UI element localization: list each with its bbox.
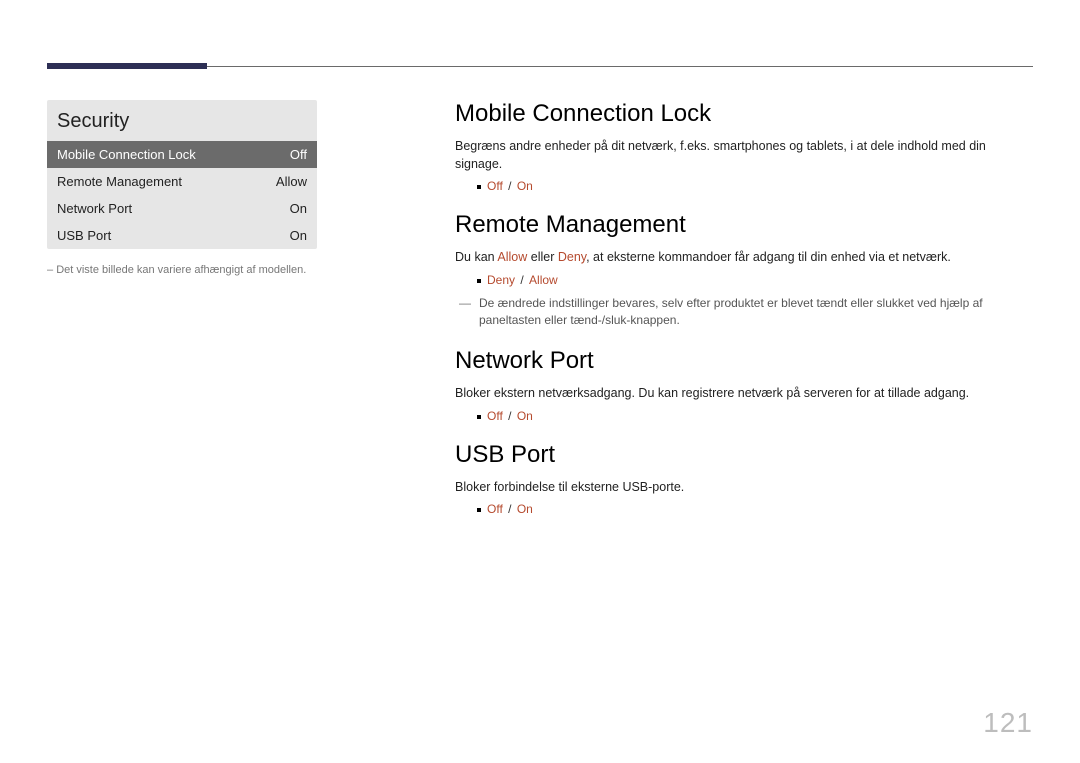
section-heading: Mobile Connection Lock bbox=[455, 100, 1030, 128]
bullet-icon bbox=[477, 415, 481, 419]
note-text: De ændrede indstillinger bevares, selv e… bbox=[479, 295, 1030, 330]
bullet-icon bbox=[477, 279, 481, 283]
option-deny: Deny bbox=[487, 273, 515, 287]
section-mobile-connection-lock: Mobile Connection Lock Begræns andre enh… bbox=[455, 100, 1030, 193]
document-page: Security Mobile Connection Lock Off Remo… bbox=[0, 0, 1080, 763]
option-off: Off bbox=[487, 179, 503, 193]
option-on: On bbox=[517, 409, 533, 423]
option-separator: / bbox=[515, 273, 529, 287]
section-description: Begræns andre enheder på dit netværk, f.… bbox=[455, 138, 1030, 173]
section-usb-port: USB Port Bloker forbindelse til eksterne… bbox=[455, 441, 1030, 517]
left-column: Security Mobile Connection Lock Off Remo… bbox=[47, 100, 317, 277]
menu-row-value: On bbox=[290, 228, 307, 243]
accent-bar bbox=[47, 63, 207, 69]
footnote-dash: – bbox=[47, 264, 53, 276]
menu-row-label: Network Port bbox=[57, 201, 132, 216]
section-network-port: Network Port Bloker ekstern netværksadga… bbox=[455, 347, 1030, 423]
menu-row-label: Mobile Connection Lock bbox=[57, 147, 196, 162]
section-heading: Remote Management bbox=[455, 211, 1030, 239]
menu-row-label: Remote Management bbox=[57, 174, 182, 189]
option-separator: / bbox=[503, 409, 517, 423]
section-options: Deny / Allow bbox=[455, 273, 1030, 287]
right-column: Mobile Connection Lock Begræns andre enh… bbox=[455, 100, 1030, 534]
bullet-icon bbox=[477, 185, 481, 189]
footnote-text: Det viste billede kan variere afhængigt … bbox=[56, 264, 306, 276]
note-dash: ― bbox=[459, 295, 471, 312]
security-panel: Security Mobile Connection Lock Off Remo… bbox=[47, 100, 317, 249]
menu-row-network-port[interactable]: Network Port On bbox=[47, 195, 317, 222]
option-separator: / bbox=[503, 179, 517, 193]
section-description: Du kan Allow eller Deny, at eksterne kom… bbox=[455, 249, 1030, 267]
menu-row-mobile-connection-lock[interactable]: Mobile Connection Lock Off bbox=[47, 141, 317, 168]
inline-allow: Allow bbox=[497, 250, 527, 264]
section-note: ― De ændrede indstillinger bevares, selv… bbox=[455, 295, 1030, 330]
section-remote-management: Remote Management Du kan Allow eller Den… bbox=[455, 211, 1030, 329]
desc-pre: Du kan bbox=[455, 250, 497, 264]
option-off: Off bbox=[487, 409, 503, 423]
option-off: Off bbox=[487, 502, 503, 516]
menu-row-value: On bbox=[290, 201, 307, 216]
panel-title: Security bbox=[47, 100, 317, 141]
menu-row-remote-management[interactable]: Remote Management Allow bbox=[47, 168, 317, 195]
section-description: Bloker forbindelse til eksterne USB-port… bbox=[455, 479, 1030, 497]
desc-post: , at eksterne kommandoer får adgang til … bbox=[586, 250, 951, 264]
inline-deny: Deny bbox=[558, 250, 586, 264]
section-options: Off / On bbox=[455, 409, 1030, 423]
option-on: On bbox=[517, 502, 533, 516]
section-heading: Network Port bbox=[455, 347, 1030, 375]
section-options: Off / On bbox=[455, 502, 1030, 516]
desc-mid: eller bbox=[527, 250, 558, 264]
page-number: 121 bbox=[983, 707, 1033, 739]
section-description: Bloker ekstern netværksadgang. Du kan re… bbox=[455, 385, 1030, 403]
menu-row-value: Off bbox=[290, 147, 307, 162]
menu-row-value: Allow bbox=[276, 174, 307, 189]
option-on: On bbox=[517, 179, 533, 193]
bullet-icon bbox=[477, 508, 481, 512]
left-footnote: – Det viste billede kan variere afhængig… bbox=[47, 263, 317, 277]
section-options: Off / On bbox=[455, 179, 1030, 193]
section-heading: USB Port bbox=[455, 441, 1030, 469]
menu-row-label: USB Port bbox=[57, 228, 111, 243]
menu-row-usb-port[interactable]: USB Port On bbox=[47, 222, 317, 249]
option-allow: Allow bbox=[529, 273, 558, 287]
option-separator: / bbox=[503, 502, 517, 516]
